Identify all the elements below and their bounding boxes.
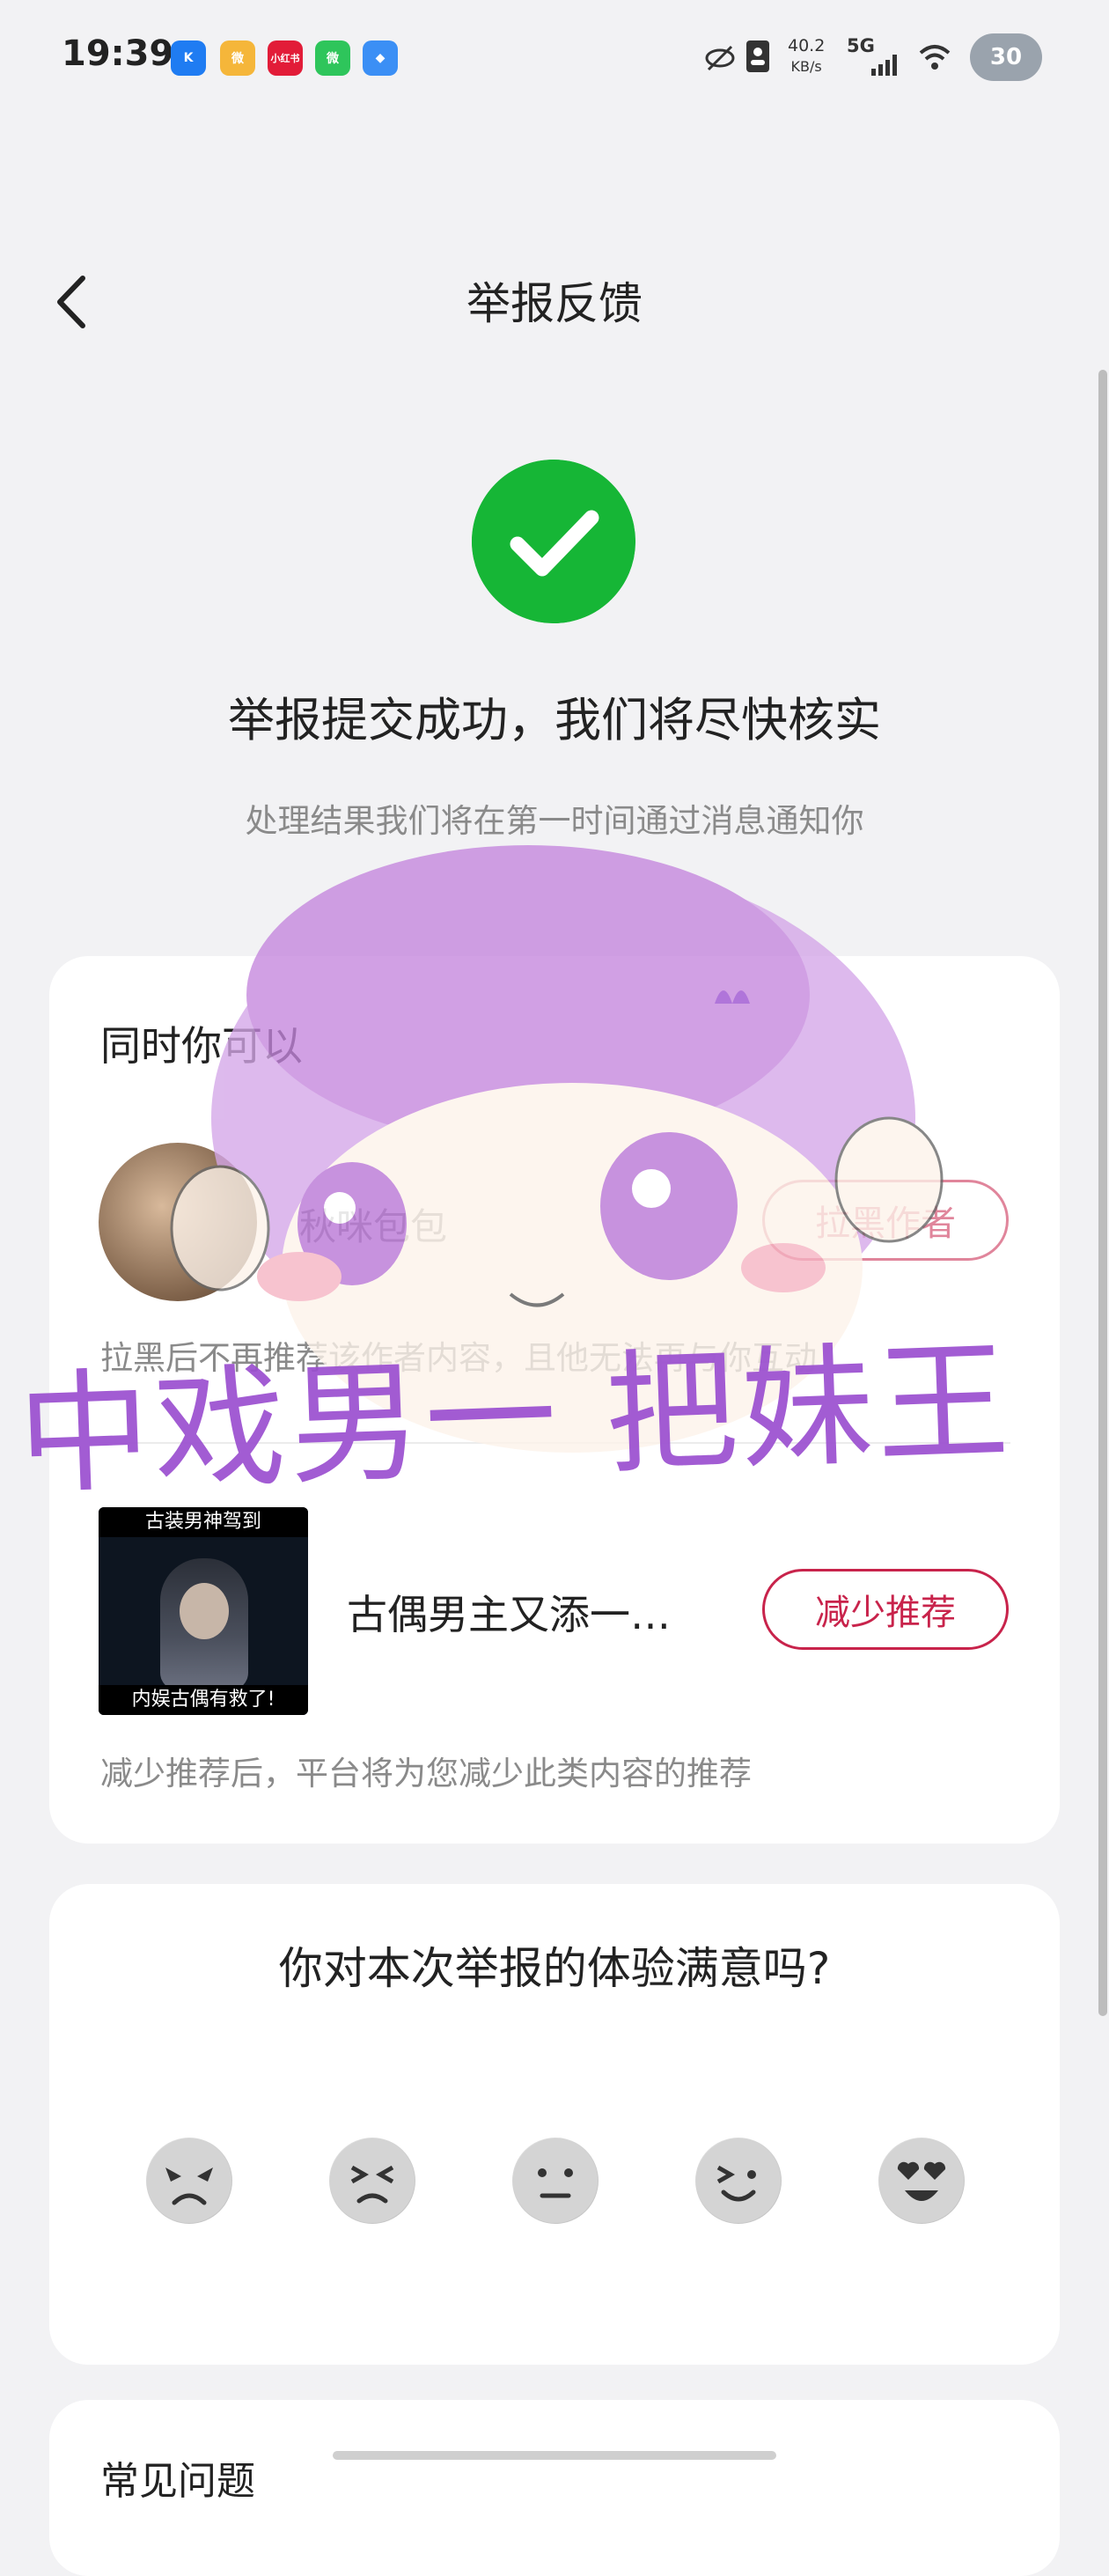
weibo-icon: 微 <box>220 40 255 76</box>
reduce-recommendation-description: 减少推荐后，平台将为您减少此类内容的推荐 <box>100 1755 752 1792</box>
success-headline: 举报提交成功，我们将尽快核实 <box>228 694 881 747</box>
very-satisfied-emoji-icon[interactable] <box>878 2138 965 2224</box>
home-indicator[interactable] <box>333 2451 776 2460</box>
neutral-emoji-icon[interactable] <box>512 2138 599 2224</box>
status-bar: 19:39 K 微 小红书 微 ◆ 40.2 KB/s 5G 30 <box>0 0 1109 114</box>
reduce-recommendation-button[interactable]: 减少推荐 <box>762 1569 1009 1650</box>
eye-off-icon <box>705 45 735 71</box>
satisfaction-question: 你对本次举报的体验满意吗? <box>278 1943 831 1994</box>
wechat-icon: 微 <box>315 40 350 76</box>
success-subtext: 处理结果我们将在第一时间通过消息通知你 <box>245 802 864 840</box>
thumbnail-bottom-caption: 内娱古偶有救了! <box>99 1685 308 1715</box>
actions-heading: 同时你可以 <box>100 1022 303 1070</box>
author-name: 秋咪包包 <box>299 1205 448 1248</box>
very-unsatisfied-emoji-icon[interactable] <box>146 2138 232 2224</box>
scrollbar[interactable] <box>1098 370 1107 2016</box>
wifi-icon <box>919 45 951 70</box>
unsatisfied-emoji-icon[interactable] <box>329 2138 415 2224</box>
network-speed-value: 40.2 <box>788 36 826 55</box>
signal-icon <box>871 55 897 76</box>
block-author-button[interactable]: 拉黑作者 <box>762 1180 1009 1261</box>
network-type: 5G <box>847 35 875 56</box>
network-speed: 40.2 KB/s <box>788 35 825 77</box>
k-app-icon: K <box>171 40 206 76</box>
page-title: 举报反馈 <box>466 278 643 329</box>
video-thumbnail[interactable]: 古装男神驾到 内娱古偶有救了! <box>99 1507 308 1715</box>
status-time: 19:39 <box>62 33 174 74</box>
faq-card-label: 常见问题 <box>100 2459 255 2504</box>
battery-indicator: 30 <box>970 33 1042 81</box>
xiaohongshu-icon: 小红书 <box>268 40 303 76</box>
author-avatar[interactable] <box>99 1143 257 1301</box>
sticker-caption: 中戏男一 把妹王 <box>15 1325 1015 1513</box>
video-title: 古偶男主又添一… <box>347 1591 671 1638</box>
contact-card-icon <box>746 40 769 72</box>
thumbnail-face <box>180 1583 229 1639</box>
network-speed-unit: KB/s <box>790 58 822 75</box>
blue-app-icon: ◆ <box>363 40 398 76</box>
success-check-icon <box>472 460 635 623</box>
satisfied-emoji-icon[interactable] <box>695 2138 782 2224</box>
